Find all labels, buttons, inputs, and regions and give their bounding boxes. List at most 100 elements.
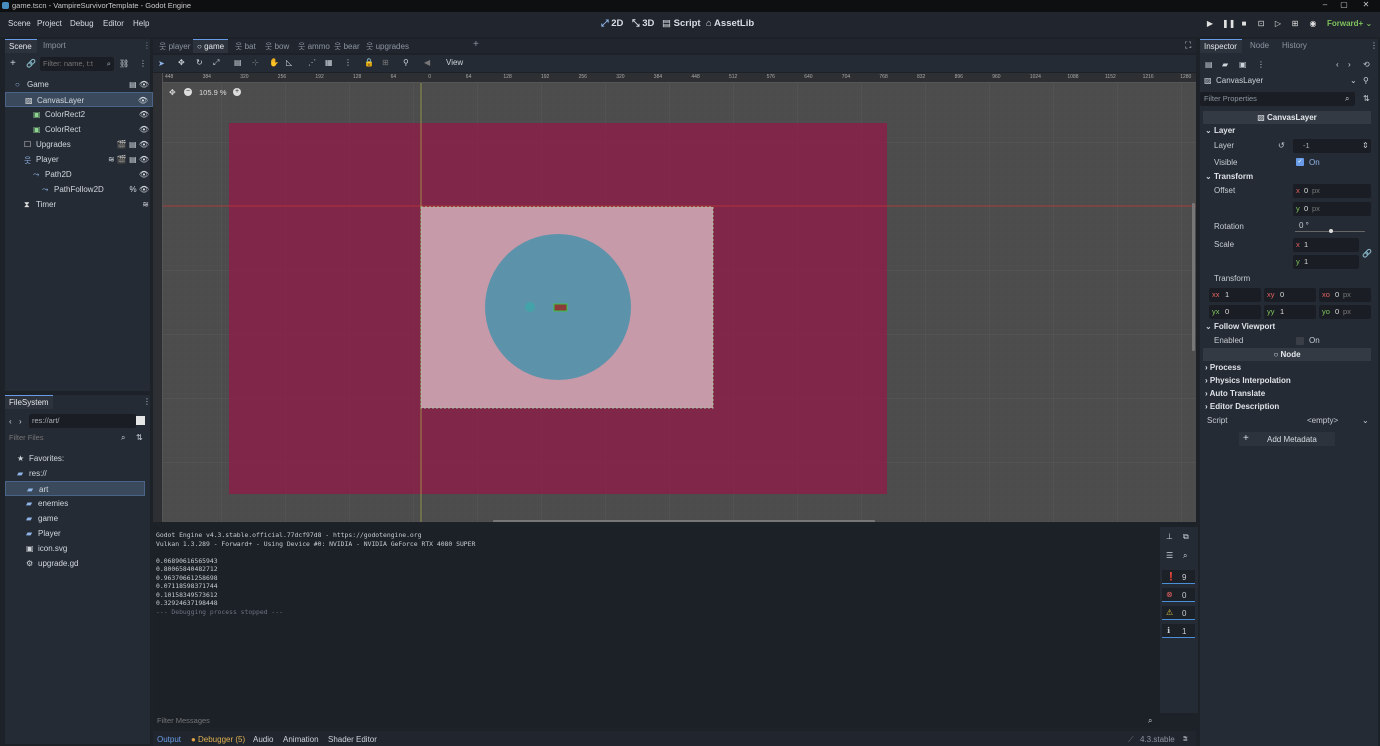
path-field[interactable]: res://art/ (29, 414, 136, 428)
zoom-in-icon[interactable]: + (233, 88, 241, 96)
transform-yy-field[interactable]: yy 1 (1264, 305, 1316, 319)
scene-tab[interactable]: 웃 player (155, 39, 194, 53)
renderer-select[interactable]: Forward+ ⌄ (1327, 19, 1372, 28)
filesystem-filter-input[interactable] (5, 431, 115, 444)
search-icon[interactable]: ⌕ (1183, 551, 1187, 561)
scene-tab[interactable]: 웃 upgrades (362, 39, 413, 53)
tree-node[interactable]: ○ Game ▤ 👁 (5, 77, 153, 92)
object-history-icon[interactable]: ⟲ (1363, 60, 1370, 69)
scene-tab[interactable]: 웃 bear (330, 39, 364, 53)
clear-log-icon[interactable]: ⊥ (1166, 532, 1173, 541)
add-node-icon[interactable]: + (10, 58, 16, 69)
split-mode-icon[interactable] (136, 416, 145, 425)
dock-menu-icon[interactable]: ⋮ (1370, 41, 1378, 50)
scene-tab[interactable]: 웃 bow (261, 39, 293, 53)
visible-checkbox[interactable]: ✓ (1296, 158, 1304, 166)
horizontal-scrollbar[interactable] (493, 520, 875, 522)
list-select-icon[interactable]: ▤ (234, 58, 242, 67)
workspace-2d-button[interactable]: ⤢ 2D (601, 18, 623, 29)
offset-x-field[interactable]: x 0 px (1293, 184, 1371, 198)
zoom-out-icon[interactable]: − (184, 88, 192, 96)
instance-scene-icon[interactable]: ⛓ (119, 59, 129, 68)
message-count-toggle[interactable]: ❗ 9 (1162, 570, 1195, 584)
collapse-icon[interactable]: ☰ (1166, 551, 1173, 560)
tab-inspector[interactable]: Inspector (1200, 39, 1242, 53)
menu-scene[interactable]: Scene (8, 19, 31, 28)
node-visibility-icons[interactable]: ▤ 👁 (129, 80, 149, 89)
bone-icon[interactable]: ⚲ (403, 58, 409, 67)
link-icon[interactable]: 🔗 (26, 59, 36, 68)
tree-node[interactable]: ⤳ PathFollow2D % 👁 (5, 182, 153, 197)
enabled-checkbox[interactable] (1296, 337, 1304, 345)
node-visibility-icons[interactable]: ≋ (142, 200, 149, 209)
smart-snap-icon[interactable]: ⋰ (308, 58, 316, 67)
snap-options-icon[interactable]: ⋮ (344, 58, 352, 67)
tab-scene[interactable]: Scene (5, 39, 37, 53)
ruler-vertical[interactable] (153, 73, 163, 522)
copy-icon[interactable]: ⧉ (1183, 532, 1189, 542)
file-item[interactable]: ▰ res:// (5, 466, 145, 481)
sort-icon[interactable]: ⇅ (136, 433, 143, 442)
node-visibility-icons[interactable]: 👁 (139, 170, 149, 179)
reset-icon[interactable]: ↺ (1278, 141, 1285, 150)
tab-history[interactable]: History (1282, 41, 1307, 50)
node-visibility-icons[interactable]: 👁 (138, 96, 148, 105)
scale-y-field[interactable]: y1 (1293, 255, 1359, 269)
new-resource-icon[interactable]: ▤ (1205, 60, 1213, 69)
player-sprite[interactable] (553, 303, 568, 312)
add-metadata-button[interactable]: + Add Metadata (1239, 432, 1335, 446)
tab-debugger[interactable]: Debugger (5) (198, 735, 245, 744)
play-icon[interactable]: ▶ (1205, 19, 1215, 29)
move-tool-icon[interactable]: ✥ (178, 58, 185, 67)
pan-tool-icon[interactable]: ✋ (269, 58, 279, 67)
zoom-reset-icon[interactable]: ✥ (169, 88, 176, 97)
history-back-icon[interactable]: ‹ (1336, 60, 1339, 69)
transform-xo-field[interactable]: xo 0 px (1319, 288, 1371, 302)
layer-spinbox[interactable]: -1 (1293, 139, 1371, 153)
extra-options-icon[interactable]: ⋮ (1257, 60, 1265, 69)
maximize-button[interactable]: ▢ (1334, 0, 1354, 9)
rotation-value[interactable]: 0 ° (1299, 221, 1309, 230)
pivot-icon[interactable]: ⊹ (252, 58, 259, 67)
node-visibility-icons[interactable]: 🎬 ▤ 👁 (117, 140, 149, 149)
vertical-scrollbar[interactable] (1192, 203, 1195, 351)
tree-node[interactable]: 웃 Player ≋ 🎬 ▤ 👁 (5, 152, 153, 167)
file-item[interactable]: ⚙ upgrade.gd (5, 556, 145, 571)
file-item[interactable]: ▰ enemies (5, 496, 145, 511)
tab-animation[interactable]: Animation (283, 735, 319, 744)
scene-tab[interactable]: ○ game (193, 39, 229, 53)
tab-node[interactable]: Node (1250, 41, 1269, 50)
filter-messages-input[interactable] (153, 713, 1053, 728)
transform-yo-field[interactable]: yo 0 px (1319, 305, 1371, 319)
remote-debug-icon[interactable]: ⊡ (1256, 19, 1266, 29)
tree-node[interactable]: ⧗ Timer ≋ (5, 197, 153, 212)
file-item[interactable]: ▣ icon.svg (5, 541, 145, 556)
forward-icon[interactable]: › (19, 417, 22, 426)
ruler-tool-icon[interactable]: ◺ (286, 58, 292, 67)
transform-xy-field[interactable]: xy 0 (1264, 288, 1316, 302)
scene-options-icon[interactable]: ⋮ (139, 59, 147, 68)
menu-editor[interactable]: Editor (103, 19, 124, 28)
chevron-down-icon[interactable]: ⌄ (1350, 76, 1357, 85)
scale-x-field[interactable]: x1 (1293, 238, 1359, 252)
node-visibility-icons[interactable]: % 👁 (130, 185, 150, 194)
zoom-level[interactable]: 105.9 % (199, 88, 227, 97)
file-item[interactable]: ▰ art (5, 481, 145, 496)
tree-node[interactable]: ▣ ColorRect2 👁 (5, 107, 153, 122)
dock-menu-icon[interactable]: ⋮ (143, 41, 151, 50)
output-console[interactable]: Godot Engine v4.3.stable.official.77dcf9… (153, 527, 1160, 713)
link-ratio-icon[interactable]: 🔗 (1362, 249, 1372, 258)
rotate-tool-icon[interactable]: ↻ (196, 58, 203, 67)
menu-project[interactable]: Project (37, 19, 62, 28)
file-item[interactable]: ★ Favorites: (5, 451, 145, 466)
object-menu-icon[interactable]: ⚲ (1363, 76, 1369, 85)
view-menu[interactable]: View (446, 58, 463, 67)
group-icon[interactable]: ⊞ (382, 58, 389, 67)
workspace-3d-button[interactable]: ⤡ 3D (632, 18, 654, 29)
pause-icon[interactable]: ❚❚ (1222, 19, 1235, 29)
offset-y-field[interactable]: y 0 px (1293, 202, 1371, 216)
viewport-canvas[interactable] (153, 73, 1196, 522)
open-resource-icon[interactable]: ▰ (1222, 60, 1228, 69)
scene-filter-input[interactable] (40, 57, 100, 70)
transform-xx-field[interactable]: xx 1 (1209, 288, 1261, 302)
